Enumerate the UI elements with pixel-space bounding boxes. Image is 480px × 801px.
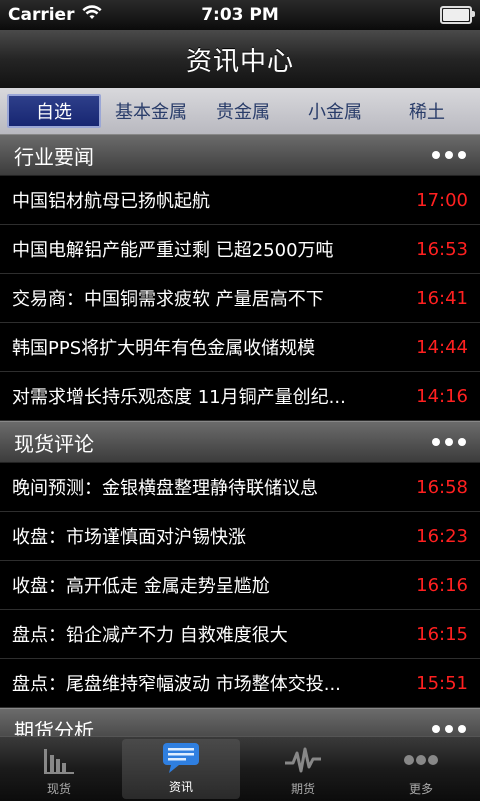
tab-futures[interactable]: 期货	[244, 737, 362, 801]
page-title: 资讯中心	[185, 46, 294, 77]
news-time: 14:16	[416, 385, 468, 407]
wifi-icon	[82, 4, 103, 26]
list-item[interactable]: 韩国PPS将扩大明年有色金属收储规模 14:44	[0, 323, 480, 372]
news-title: 交易商：中国铜需求疲软 产量居高不下	[12, 289, 324, 310]
section-title: 行业要闻	[14, 144, 94, 169]
news-time: 16:58	[416, 476, 468, 498]
segment-minor-metals[interactable]: 小金属	[289, 94, 381, 128]
segment-favorites[interactable]: 自选	[7, 94, 101, 128]
news-time: 15:51	[416, 672, 468, 694]
tab-more[interactable]: 更多	[362, 737, 480, 801]
segment-base-metals[interactable]: 基本金属	[105, 94, 197, 128]
news-time: 16:15	[416, 623, 468, 645]
status-left: Carrier	[0, 4, 103, 26]
bar-chart-icon	[42, 742, 76, 778]
list-item[interactable]: 交易商：中国铜需求疲软 产量居高不下 16:41	[0, 274, 480, 323]
section-header-industry-news: 行业要闻	[0, 134, 480, 176]
news-title: 对需求增长持乐观态度 11月铜产量创纪...	[12, 387, 346, 408]
battery-icon	[440, 6, 475, 24]
list-item[interactable]: 收盘：市场谨慎面对沪锡快涨 16:23	[0, 512, 480, 561]
tab-news[interactable]: 资讯	[122, 739, 240, 799]
list-item[interactable]: 收盘：高开低走 金属走势呈尴尬 16:16	[0, 561, 480, 610]
news-title: 盘点：尾盘维持窄幅波动 市场整体交投...	[12, 674, 341, 695]
news-title: 韩国PPS将扩大明年有色金属收储规模	[12, 338, 316, 359]
list-item[interactable]: 晚间预测：金银横盘整理静待联储议息 16:58	[0, 463, 480, 512]
section-title: 期货分析	[14, 718, 94, 737]
list-item[interactable]: 盘点：尾盘维持窄幅波动 市场整体交投... 15:51	[0, 659, 480, 708]
news-title: 中国铝材航母已扬帆起航	[12, 191, 210, 212]
carrier-label: Carrier	[8, 5, 75, 25]
news-title: 中国电解铝产能严重过剩 已超2500万吨	[12, 240, 334, 261]
segment-label: 贵金属	[216, 102, 270, 123]
news-time: 17:00	[416, 189, 468, 211]
section-title: 现货评论	[14, 431, 94, 456]
tab-bar: 现货 资讯 期货 更多	[0, 736, 480, 801]
chat-bubble-icon	[161, 740, 201, 776]
tab-label: 期货	[290, 782, 315, 796]
segment-precious-metals[interactable]: 贵金属	[197, 94, 289, 128]
news-time: 16:16	[416, 574, 468, 596]
segment-label: 稀土	[409, 102, 445, 123]
status-bar: Carrier 7:03 PM	[0, 0, 480, 30]
more-dots-icon[interactable]	[432, 438, 466, 446]
more-dots-icon[interactable]	[432, 151, 466, 159]
news-time: 16:41	[416, 287, 468, 309]
news-title: 收盘：高开低走 金属走势呈尴尬	[12, 576, 270, 597]
news-time: 16:23	[416, 525, 468, 547]
segment-rare-earth[interactable]: 稀土	[381, 94, 473, 128]
nav-bar: 资讯中心	[0, 30, 480, 89]
news-time: 14:44	[416, 336, 468, 358]
more-icon	[401, 742, 441, 778]
tab-spot[interactable]: 现货	[0, 737, 118, 801]
segmented-control: 自选 基本金属 贵金属 小金属 稀土	[7, 94, 473, 128]
segment-label: 自选	[36, 102, 72, 123]
tab-label: 现货	[46, 782, 71, 796]
news-content[interactable]: 行业要闻 中国铝材航母已扬帆起航 17:00 中国电解铝产能严重过剩 已超250…	[0, 134, 480, 736]
category-segment-bar: 自选 基本金属 贵金属 小金属 稀土	[0, 88, 480, 134]
list-item[interactable]: 盘点：铅企减产不力 自救难度很大 16:15	[0, 610, 480, 659]
section-header-futures-analysis: 期货分析	[0, 708, 480, 736]
tab-label: 更多	[408, 782, 433, 796]
segment-label: 基本金属	[115, 102, 187, 123]
segment-label: 小金属	[308, 102, 362, 123]
news-title: 收盘：市场谨慎面对沪锡快涨	[12, 527, 246, 548]
list-item[interactable]: 中国电解铝产能严重过剩 已超2500万吨 16:53	[0, 225, 480, 274]
section-header-spot-commentary: 现货评论	[0, 421, 480, 463]
pulse-icon	[283, 742, 323, 778]
more-dots-icon[interactable]	[432, 725, 466, 733]
list-item[interactable]: 对需求增长持乐观态度 11月铜产量创纪... 14:16	[0, 372, 480, 421]
list-item[interactable]: 中国铝材航母已扬帆起航 17:00	[0, 176, 480, 225]
tab-label: 资讯	[168, 780, 193, 794]
news-time: 16:53	[416, 238, 468, 260]
news-title: 晚间预测：金银横盘整理静待联储议息	[12, 478, 318, 499]
status-right	[440, 6, 480, 24]
news-title: 盘点：铅企减产不力 自救难度很大	[12, 625, 288, 646]
